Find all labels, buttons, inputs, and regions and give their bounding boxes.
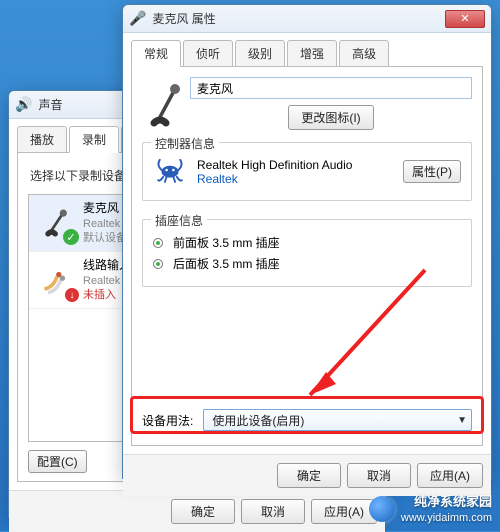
cancel-button[interactable]: 取消: [241, 499, 305, 524]
close-button[interactable]: ✕: [445, 10, 485, 28]
mic-titlebar-icon: 🎤: [129, 10, 146, 27]
controller-properties-button[interactable]: 属性(P): [403, 160, 461, 183]
jack-label: 后面板 3.5 mm 插座: [173, 255, 280, 272]
microphone-icon: ✓: [37, 203, 77, 243]
tab-levels[interactable]: 级别: [235, 40, 285, 67]
watermark-url: www.yidaimm.com: [401, 511, 492, 525]
device-usage-value: 使用此设备(启用): [212, 412, 457, 429]
watermark-brand: 纯净系统家园: [401, 494, 492, 511]
mic-tabs: 常规 侦听 级别 增强 高级: [123, 33, 491, 66]
realtek-crab-icon: [153, 153, 197, 190]
tab-playback[interactable]: 播放: [17, 126, 67, 153]
tab-general[interactable]: 常规: [131, 40, 181, 67]
ok-button[interactable]: 确定: [171, 499, 235, 524]
sound-bottom-buttons: 确定 取消 应用(A): [9, 490, 385, 532]
jack-rear: 后面板 3.5 mm 插座: [153, 255, 461, 272]
device-usage-dropdown[interactable]: 使用此设备(启用) ▼: [203, 409, 472, 431]
jack-dot-icon: [153, 259, 163, 269]
controller-vendor-link[interactable]: Realtek: [197, 172, 403, 186]
mic-large-icon: [142, 79, 190, 129]
tab-recording[interactable]: 录制: [69, 126, 119, 153]
mic-titlebar[interactable]: 🎤 麦克风 属性 ✕: [123, 5, 491, 33]
line-in-icon: ↓: [37, 260, 77, 300]
watermark-logo-icon: [369, 496, 395, 522]
jack-info-section: 插座信息 前面板 3.5 mm 插座 后面板 3.5 mm 插座: [142, 219, 472, 287]
cancel-button[interactable]: 取消: [347, 463, 411, 488]
controller-legend: 控制器信息: [151, 135, 219, 152]
jack-label: 前面板 3.5 mm 插座: [173, 234, 280, 251]
mic-name-input[interactable]: [190, 77, 472, 99]
apply-button[interactable]: 应用(A): [417, 463, 483, 488]
change-icon-button[interactable]: 更改图标(I): [288, 105, 373, 130]
tab-listen[interactable]: 侦听: [183, 40, 233, 67]
watermark: 纯净系统家园 www.yidaimm.com: [369, 494, 492, 525]
jack-dot-icon: [153, 238, 163, 248]
mic-tab-body: 更改图标(I) 控制器信息 Realtek High Definition Au…: [131, 66, 483, 446]
mic-bottom-buttons: 确定 取消 应用(A): [123, 454, 491, 496]
jack-legend: 插座信息: [151, 212, 207, 229]
controller-device-name: Realtek High Definition Audio: [197, 158, 403, 172]
chevron-down-icon: ▼: [457, 415, 467, 426]
ok-button[interactable]: 确定: [277, 463, 341, 488]
speaker-icon: 🔊: [15, 96, 32, 113]
tab-advanced[interactable]: 高级: [339, 40, 389, 67]
check-icon: ✓: [63, 229, 79, 245]
controller-info-section: 控制器信息 Realtek High Definition Audio Real…: [142, 142, 472, 201]
jack-front: 前面板 3.5 mm 插座: [153, 234, 461, 251]
configure-button[interactable]: 配置(C): [28, 450, 87, 473]
mic-properties-window: 🎤 麦克风 属性 ✕ 常规 侦听 级别 增强 高级 更改图标(I) 控制器信息: [122, 4, 492, 479]
mic-header-row: 更改图标(I): [142, 77, 472, 130]
apply-button[interactable]: 应用(A): [311, 499, 377, 524]
tab-enhance[interactable]: 增强: [287, 40, 337, 67]
mic-window-title: 麦克风 属性: [152, 10, 445, 27]
warn-icon: ↓: [65, 288, 79, 302]
device-usage-label: 设备用法:: [142, 412, 193, 429]
